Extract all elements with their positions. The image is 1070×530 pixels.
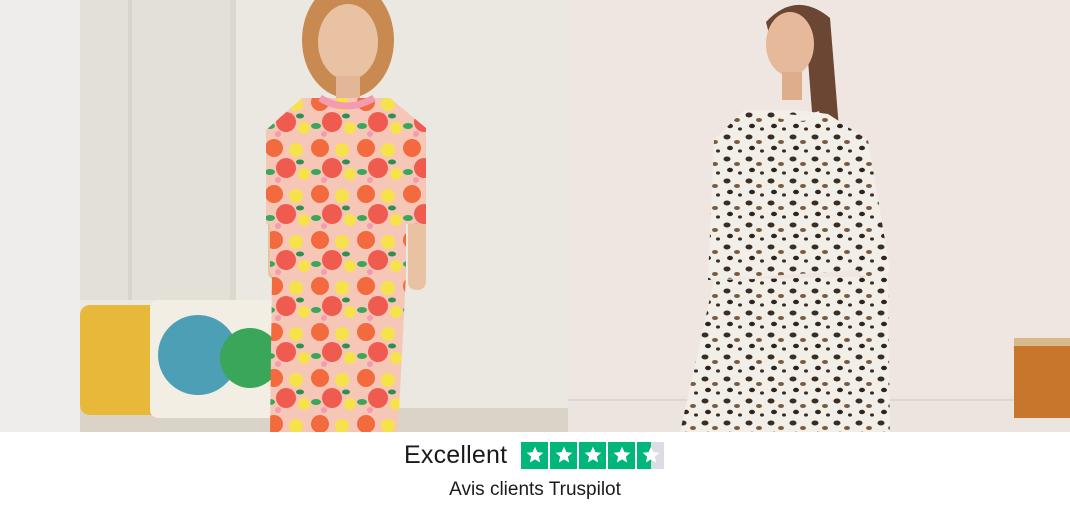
leopard-pyjama-photo[interactable]	[568, 0, 1070, 432]
hero-banner	[0, 0, 1070, 432]
floral-pyjama-photo[interactable]	[80, 0, 568, 432]
rating-label: Excellent	[404, 440, 508, 469]
rating-row: Excellent	[404, 440, 665, 470]
trustpilot-star-icon	[550, 441, 578, 469]
reviews-caption[interactable]: Avis clients Truspilot	[0, 479, 1070, 501]
trustpilot-star-icon	[608, 441, 636, 469]
trustpilot-star-icon	[579, 441, 607, 469]
trustpilot-star-icon	[521, 441, 549, 469]
floral-pyjama-illustration	[80, 0, 568, 432]
hero-left-strip	[0, 0, 80, 432]
trustpilot-star-icon	[637, 441, 665, 469]
leopard-pyjama-illustration	[568, 0, 1070, 432]
trustpilot-widget[interactable]: Excellent Avis clients Truspilot	[0, 432, 1070, 530]
trustpilot-stars	[521, 441, 665, 469]
